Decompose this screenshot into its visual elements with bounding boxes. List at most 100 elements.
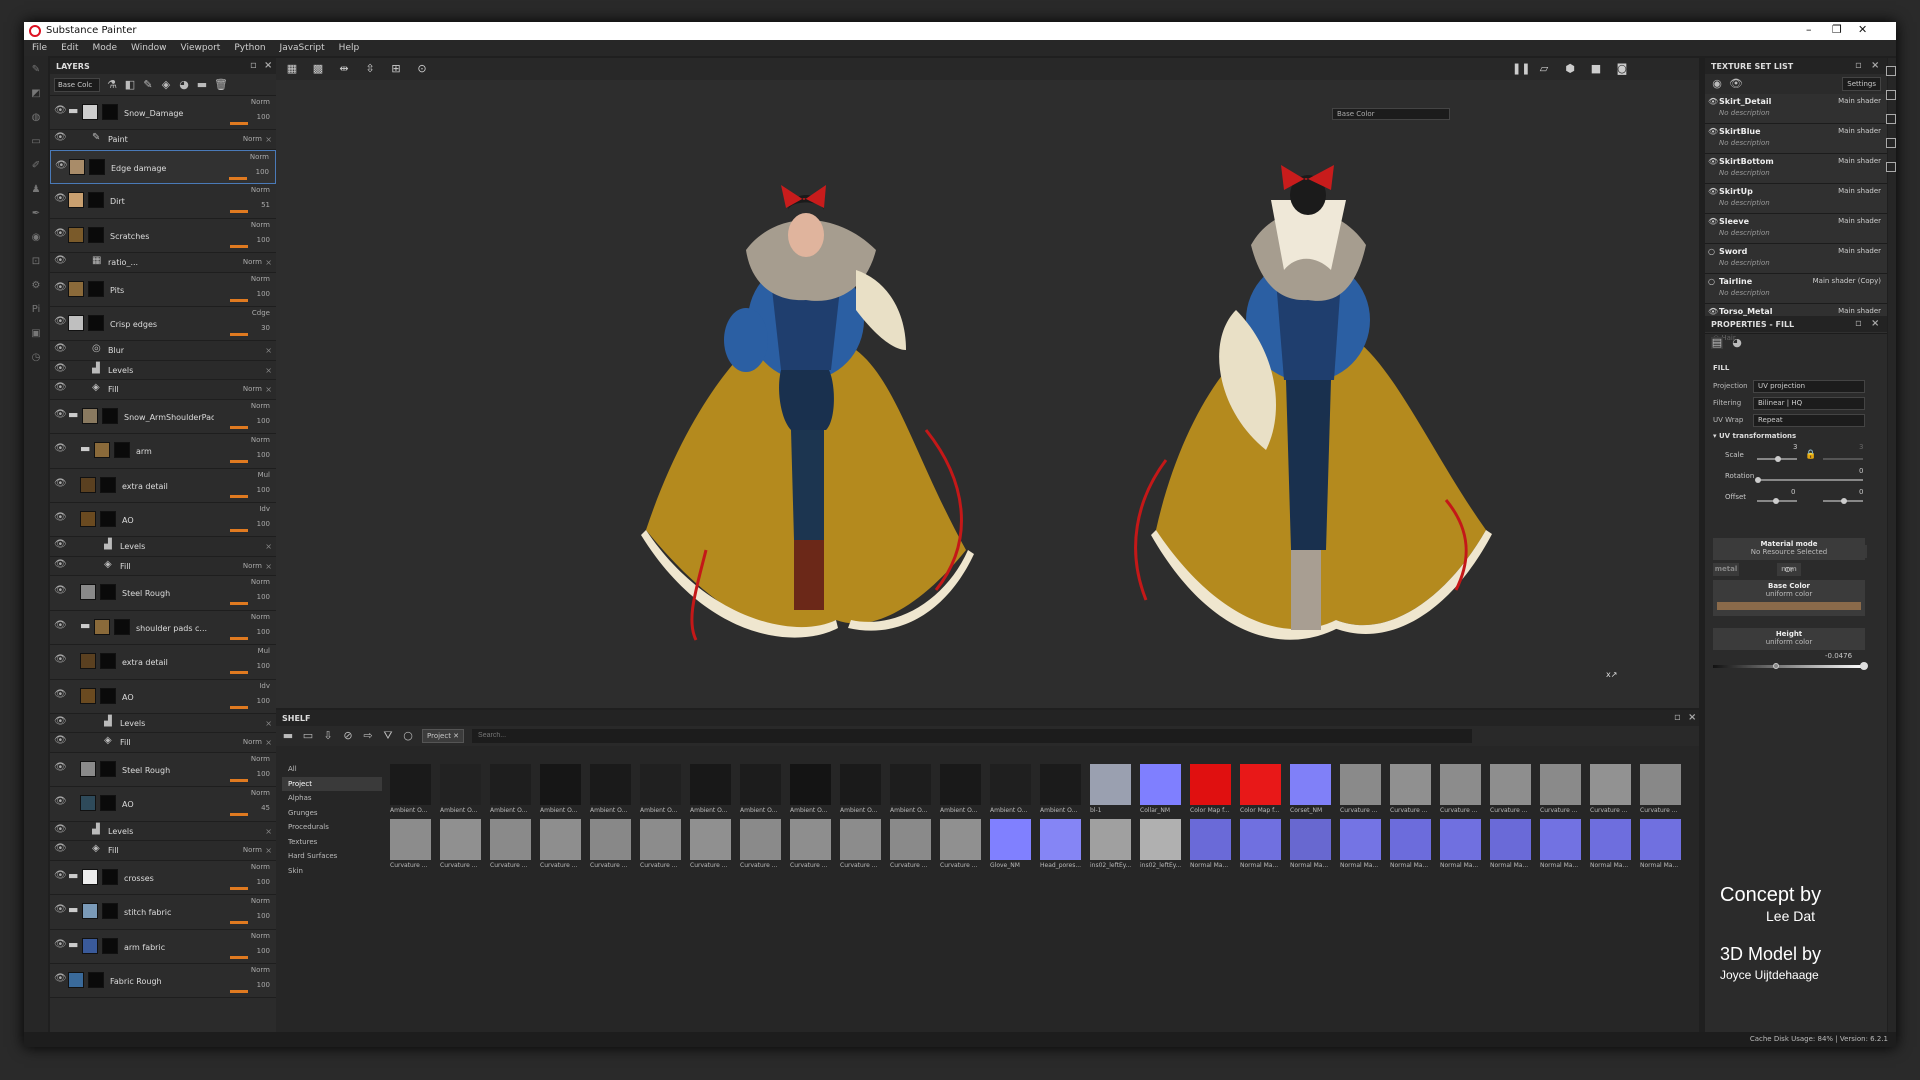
- shelf-search-input[interactable]: [472, 729, 1473, 743]
- blend-mode[interactable]: Norm: [243, 846, 262, 854]
- blend-mode[interactable]: Norm: [251, 402, 270, 410]
- layer-row[interactable]: 👁 AO Idv 100: [50, 679, 276, 714]
- shelf-resource-tile[interactable]: Normal Ma...: [1190, 819, 1231, 870]
- texture-set-item[interactable]: 👁 SkirtUp Main shader No description: [1705, 184, 1887, 214]
- float-panel-icon[interactable]: ▫: [1674, 712, 1681, 723]
- layer-opacity[interactable]: 100: [257, 593, 270, 601]
- shelf-resource-tile[interactable]: Ambient O...: [740, 764, 781, 815]
- shelf-category[interactable]: Textures: [282, 835, 382, 850]
- blend-mode[interactable]: Cdge: [252, 309, 270, 317]
- hide-icon[interactable]: ⊘: [342, 730, 354, 742]
- blend-mode[interactable]: Norm: [243, 135, 262, 143]
- visibility-eye-icon[interactable]: 👁: [54, 382, 67, 393]
- folder-icon[interactable]: ▬: [68, 104, 78, 117]
- paint-brush-icon[interactable]: ✎: [30, 64, 42, 76]
- menu-item[interactable]: Window: [131, 43, 167, 53]
- layer-opacity[interactable]: 100: [257, 662, 270, 670]
- layer-opacity[interactable]: 100: [257, 520, 270, 528]
- blend-mode[interactable]: Norm: [250, 153, 269, 161]
- projection-icon[interactable]: ◍: [30, 112, 42, 124]
- close-panel-icon[interactable]: ×: [1871, 60, 1879, 71]
- folder-icon[interactable]: ▬: [80, 619, 90, 632]
- layer-row[interactable]: 👁 ▬ arm fabric Norm 100: [50, 929, 276, 964]
- height-block[interactable]: Height uniform color: [1713, 628, 1865, 650]
- layer-opacity[interactable]: 100: [257, 912, 270, 920]
- texture-set-item[interactable]: 👁 SkirtBottom Main shader No description: [1705, 154, 1887, 184]
- pause-icon[interactable]: ❚❚: [1512, 63, 1530, 75]
- layer-row[interactable]: 👁 ▬ Snow_ArmShoulderPad Norm 100: [50, 399, 276, 435]
- visibility-eye-icon[interactable]: 👁: [54, 843, 67, 854]
- shelf-category[interactable]: Hard Surfaces: [282, 849, 382, 864]
- visibility-eye-icon[interactable]: 👁: [54, 716, 67, 727]
- texture-set-item[interactable]: 👁 Sleeve Main shader No description: [1705, 214, 1887, 244]
- layer-row[interactable]: 👁 extra detail Mul 100: [50, 468, 276, 504]
- add-paint-layer-icon[interactable]: ✎: [142, 78, 154, 91]
- visibility-eye-icon[interactable]: 👁: [1708, 157, 1718, 166]
- folder-icon[interactable]: ▬: [68, 938, 78, 951]
- remove-icon[interactable]: ×: [265, 366, 272, 375]
- shelf-resource-tile[interactable]: bl-1: [1090, 764, 1131, 815]
- menu-item[interactable]: Viewport: [181, 43, 221, 53]
- menu-item[interactable]: JavaScript: [280, 43, 325, 53]
- history-icon[interactable]: ◷: [30, 352, 42, 364]
- shelf-resource-tile[interactable]: Ambient O...: [540, 764, 581, 815]
- shelf-resource-tile[interactable]: Curvature ...: [840, 819, 881, 870]
- layer-row[interactable]: 👁 AO Idv 100: [50, 503, 276, 538]
- add-effect-icon[interactable]: ⚗: [106, 78, 118, 91]
- layer-row[interactable]: 👁 ▟ Levels ×: [50, 537, 276, 557]
- shelf-resource-tile[interactable]: Ambient O...: [440, 764, 481, 815]
- shelf-resource-tile[interactable]: Corset_NM: [1290, 764, 1331, 815]
- material-tab-icon[interactable]: ◕: [1731, 337, 1743, 349]
- shader-name[interactable]: Main shader: [1838, 247, 1881, 255]
- remove-icon[interactable]: ×: [265, 385, 272, 394]
- shelf-resource-tile[interactable]: Curvature ...: [790, 819, 831, 870]
- blend-mode[interactable]: Mul: [258, 647, 270, 655]
- blend-mode[interactable]: Norm: [243, 258, 262, 266]
- blend-mode[interactable]: Norm: [251, 613, 270, 621]
- eye-icon[interactable]: 👁: [1729, 78, 1743, 90]
- remove-icon[interactable]: ×: [265, 719, 272, 728]
- display-settings-icon[interactable]: [1886, 114, 1896, 124]
- polygon-fill-icon[interactable]: ▭: [30, 136, 42, 148]
- shelf-category[interactable]: Procedurals: [282, 820, 382, 835]
- shelf-resource-tile[interactable]: Ambient O...: [790, 764, 831, 815]
- layer-row[interactable]: 👁 ▬ arm Norm 100: [50, 434, 276, 469]
- visibility-eye-icon[interactable]: 👁: [54, 105, 67, 116]
- shelf-resource-tile[interactable]: Normal Ma...: [1390, 819, 1431, 870]
- shelf-resource-tile[interactable]: Ambient O...: [990, 764, 1031, 815]
- shelf-resource-tile[interactable]: Normal Ma...: [1290, 819, 1331, 870]
- layer-row[interactable]: 👁 ◈ Fill Norm ×: [50, 841, 276, 861]
- shelf-resource-tile[interactable]: Ambient O...: [390, 764, 431, 815]
- menu-item[interactable]: Mode: [93, 43, 118, 53]
- layer-opacity[interactable]: 100: [257, 451, 270, 459]
- shelf-category[interactable]: Grunges: [282, 806, 382, 821]
- layer-row[interactable]: 👁 ✎ Paint Norm ×: [50, 130, 276, 150]
- menu-item[interactable]: File: [32, 43, 47, 53]
- height-slider[interactable]: [1713, 665, 1863, 668]
- blend-mode[interactable]: Norm: [251, 186, 270, 194]
- visibility-eye-icon[interactable]: 👁: [54, 512, 67, 523]
- shader-name[interactable]: Main shader: [1838, 217, 1881, 225]
- shelf-category[interactable]: Alphas: [282, 791, 382, 806]
- layer-opacity[interactable]: 100: [257, 770, 270, 778]
- shelf-resource-tile[interactable]: Curvature ...: [1540, 764, 1581, 815]
- shelf-resource-tile[interactable]: ins02_leftEy...: [1140, 819, 1181, 870]
- layer-opacity[interactable]: 100: [257, 947, 270, 955]
- visibility-eye-icon[interactable]: 👁: [54, 620, 67, 631]
- layer-opacity[interactable]: 100: [257, 113, 270, 121]
- shelf-resource-tile[interactable]: Curvature ...: [940, 819, 981, 870]
- shelf-resource-tile[interactable]: Ambient O...: [1040, 764, 1081, 815]
- project-filter-tag[interactable]: Project ✕: [422, 729, 465, 743]
- shelf-resource-tile[interactable]: Normal Ma...: [1490, 819, 1531, 870]
- shelf-resource-tile[interactable]: Ambient O...: [890, 764, 931, 815]
- layer-opacity[interactable]: 100: [257, 290, 270, 298]
- visibility-icon[interactable]: ◉: [1711, 78, 1723, 90]
- shelf-resource-tile[interactable]: Normal Ma...: [1640, 819, 1681, 870]
- layer-opacity[interactable]: 100: [257, 486, 270, 494]
- shelf-category[interactable]: Project: [282, 776, 382, 791]
- visibility-eye-icon[interactable]: 👁: [54, 316, 67, 327]
- blend-mode[interactable]: Norm: [251, 789, 270, 797]
- menu-item[interactable]: Help: [339, 43, 360, 53]
- import-icon[interactable]: ⇩: [322, 730, 334, 742]
- visibility-eye-icon[interactable]: 👁: [54, 255, 67, 266]
